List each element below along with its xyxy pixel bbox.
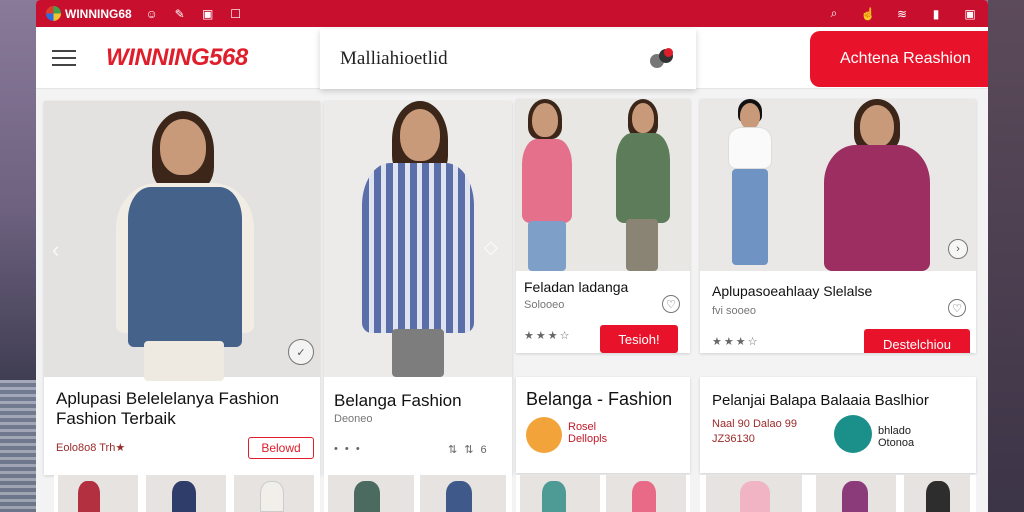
product-meta: Eolo8o8 Trh★: [56, 442, 126, 454]
seller-name: Rosel Dellopls: [568, 421, 608, 445]
brand-logo[interactable]: WINNING568: [106, 44, 248, 72]
menu-icon[interactable]: [52, 49, 76, 66]
product-card[interactable]: ‹ ✓ Aplupasi Belelelanya Fashion Fashion…: [44, 101, 320, 475]
product-image: [516, 99, 690, 271]
background-edge: [988, 0, 1024, 512]
favorite-icon[interactable]: ♡: [662, 295, 680, 313]
product-image: ◇: [324, 101, 512, 377]
favorite-icon[interactable]: ✓: [288, 339, 314, 365]
thumbnail-row[interactable]: [700, 475, 976, 512]
background-scenery: [0, 380, 40, 512]
next-arrow-icon[interactable]: ◇: [484, 237, 498, 258]
product-title: Belanga Fashion: [334, 391, 462, 410]
product-title: Belanga - Fashion: [526, 389, 673, 409]
status-app-name: WINNING68: [65, 6, 132, 21]
product-image: ‹ ✓: [44, 101, 320, 381]
app-logo-icon: [46, 6, 61, 21]
product-card[interactable]: › Aplupasoeahlaay Slelalse fvi sooeo ♡ ★…: [700, 99, 976, 353]
product-card[interactable]: Pelanjai Balapa Balaaia Baslhior Naal 90…: [700, 377, 976, 473]
profile-icon[interactable]: [650, 47, 676, 71]
product-meta: Naal 90 Dalao 99 JZ36130: [712, 418, 798, 445]
product-meta: Solooeo: [524, 299, 565, 311]
product-grid: ‹ ✓ Aplupasi Belelelanya Fashion Fashion…: [36, 89, 988, 512]
app-window: WINNING68 ☺ ✎ ▣ ☐ ⌕ ☝ ≋ ▮ ▣ WINNING568 M…: [36, 0, 988, 512]
battery-icon: ▮: [932, 6, 940, 21]
hand-icon: ☝: [860, 6, 876, 21]
message-icon: ▣: [202, 6, 214, 21]
thumbnail-row[interactable]: [324, 475, 512, 512]
product-card[interactable]: ◇ Belanga Fashion Deoneo • • • ⇅ ⇅ 6: [324, 101, 512, 475]
buy-button[interactable]: Tesioh!: [600, 325, 678, 353]
product-title: Feladan ladanga: [524, 279, 629, 295]
buy-button[interactable]: Belowd: [248, 437, 314, 459]
search-value: Malliahioetlid: [340, 48, 448, 69]
status-bar: WINNING68 ☺ ✎ ▣ ☐ ⌕ ☝ ≋ ▮ ▣: [36, 0, 988, 27]
thumbnail-row[interactable]: [516, 475, 690, 512]
product-title: Pelanjai Balapa Balaaia Baslhior: [712, 392, 929, 409]
search-icon[interactable]: ⌕: [826, 6, 842, 21]
chat-icon: ☺: [145, 6, 158, 21]
thumbnail-row[interactable]: [54, 475, 320, 512]
app-header: WINNING568 Malliahioetlid Achtena Reashi…: [36, 27, 988, 89]
seller-badge-icon: [526, 417, 562, 453]
action-icons[interactable]: ⇅ ⇅ 6: [448, 443, 489, 456]
wand-icon: ✎: [174, 6, 185, 21]
seller-name: bhlado Otonoa: [878, 425, 915, 449]
rating-dots: • • •: [334, 443, 362, 455]
product-card[interactable]: Feladan ladanga Solooeo ♡ ★★★☆ Tesioh!: [516, 99, 690, 353]
edit-icon: ☐: [230, 6, 242, 21]
product-meta: fvi sooeo: [712, 305, 757, 317]
next-arrow-icon[interactable]: ›: [948, 239, 968, 259]
product-meta: Deoneo: [334, 413, 373, 425]
favorite-icon[interactable]: ♡: [948, 299, 966, 317]
product-title: Aplupasi Belelelanya Fashion Fashion Ter…: [56, 389, 280, 428]
wifi-icon: ≋: [896, 6, 908, 21]
seller-badge-icon: [834, 415, 872, 453]
product-image: ›: [700, 99, 976, 271]
product-card[interactable]: Belanga - Fashion Rosel Dellopls: [516, 377, 690, 473]
product-title: Aplupasoeahlaay Slelalse: [712, 283, 873, 299]
rating-stars: ★★★☆: [524, 330, 572, 342]
rating-stars: ★★★☆: [712, 336, 760, 348]
lock-icon: ▣: [964, 6, 976, 21]
prev-arrow-icon[interactable]: ‹: [52, 237, 59, 263]
buy-button[interactable]: Destelchiou: [864, 329, 970, 353]
search-input[interactable]: Malliahioetlid: [320, 29, 696, 89]
cta-button[interactable]: Achtena Reashion: [810, 31, 988, 87]
